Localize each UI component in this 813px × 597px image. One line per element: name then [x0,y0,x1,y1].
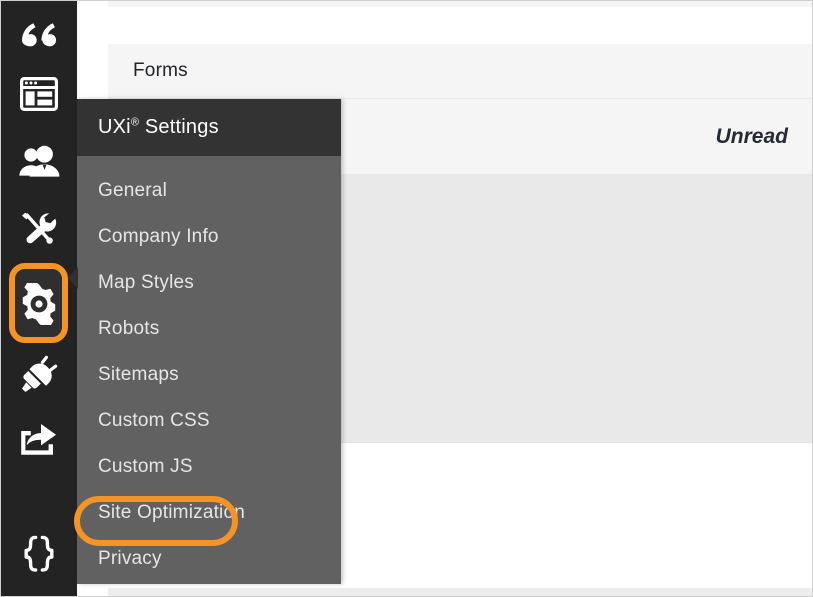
share-icon [18,423,60,457]
rail-item-code[interactable] [1,523,77,585]
menu-item-site-optimization[interactable]: Site Optimization [77,490,341,536]
settings-menu-list: General Company Info Map Styles Robots S… [74,156,341,582]
quotes-icon [19,19,59,53]
registered-mark-icon: ® [130,116,140,129]
menu-item-label: Company Info [98,226,219,247]
forms-header-bar: Forms [108,44,812,99]
gear-icon [18,283,60,325]
top-strip [108,1,812,7]
settings-flyout-panel: UXi® Settings General Company Info Map S… [68,99,341,584]
rail-item-quotes[interactable] [1,5,77,67]
menu-item-privacy[interactable]: Privacy [77,536,341,582]
flyout-title: UXi® Settings [98,116,219,139]
pages-icon [19,76,59,112]
menu-item-company-info[interactable]: Company Info [77,214,341,260]
menu-item-label: Privacy [98,548,162,569]
menu-item-label: Custom CSS [98,410,210,431]
braces-icon [18,534,60,574]
app-window: Forms Unread UXi® Settings General Compa… [0,0,813,597]
rail-item-settings[interactable] [1,273,77,335]
rail-item-integrations[interactable] [1,343,77,405]
menu-item-label: Site Optimization [98,502,246,523]
plug-icon [18,354,60,394]
users-icon [18,145,60,179]
flyout-pointer-arrow [68,267,78,289]
rail-item-users[interactable] [1,131,77,193]
flyout-title-suffix: Settings [139,116,219,138]
page-title: Forms [133,60,188,81]
menu-item-general[interactable]: General [77,168,341,214]
menu-item-robots[interactable]: Robots [77,306,341,352]
menu-item-label: Robots [98,318,160,339]
menu-item-label: Sitemaps [98,364,179,385]
menu-item-sitemaps[interactable]: Sitemaps [77,352,341,398]
menu-item-label: Map Styles [98,272,194,293]
primary-icon-rail [1,1,77,596]
flyout-title-main: UXi [98,116,131,138]
menu-item-custom-css[interactable]: Custom CSS [77,398,341,444]
unread-label: Unread [715,124,788,148]
bottom-strip [108,588,812,596]
rail-item-publish[interactable] [1,409,77,471]
menu-item-map-styles[interactable]: Map Styles [77,260,341,306]
rail-item-pages[interactable] [1,63,77,125]
menu-item-label: Custom JS [98,456,193,477]
rail-item-tools[interactable] [1,197,77,259]
flyout-header: UXi® Settings [77,99,341,156]
tools-icon [19,209,59,247]
menu-item-label: General [98,180,167,201]
menu-item-custom-js[interactable]: Custom JS [77,444,341,490]
